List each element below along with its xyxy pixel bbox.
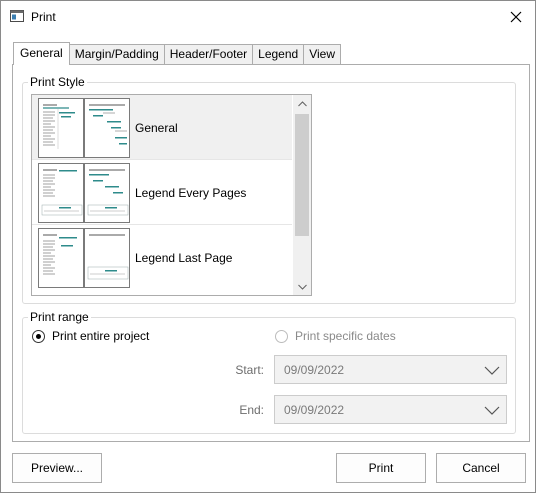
start-date-label: Start: xyxy=(235,363,264,377)
scroll-down-button[interactable] xyxy=(293,278,311,295)
print-style-list[interactable]: General Legend Every Pages Legend Last P… xyxy=(31,94,312,296)
list-item-label: General xyxy=(135,121,178,135)
print-dialog: Print General Margin/Padding Header/Foot… xyxy=(0,0,536,493)
tab-label: Header/Footer xyxy=(169,47,248,61)
list-scrollbar[interactable] xyxy=(293,95,311,295)
print-button[interactable]: Print xyxy=(336,453,426,483)
tab-label: View xyxy=(309,47,335,61)
list-item-legend-every-pages[interactable]: Legend Every Pages xyxy=(32,160,292,224)
page-preview-left xyxy=(38,98,84,158)
radio-indicator xyxy=(32,329,45,343)
radio-label: Print entire project xyxy=(52,329,150,343)
preview-button[interactable]: Preview... xyxy=(12,453,102,483)
print-window-icon xyxy=(10,10,24,22)
scroll-thumb[interactable] xyxy=(295,114,309,236)
page-preview-right xyxy=(84,228,130,288)
button-label: Cancel xyxy=(462,461,500,475)
end-date-label: End: xyxy=(239,403,264,417)
page-preview-left xyxy=(38,163,84,223)
tab-header-footer[interactable]: Header/Footer xyxy=(164,44,254,65)
chevron-up-icon xyxy=(297,100,307,106)
chevron-down-icon xyxy=(484,366,500,375)
list-item-label: Legend Every Pages xyxy=(135,186,247,200)
print-specific-dates-radio[interactable]: Print specific dates xyxy=(275,329,396,343)
tab-strip: General Margin/Padding Header/Footer Leg… xyxy=(13,42,341,65)
tab-legend[interactable]: Legend xyxy=(253,44,305,65)
title-bar: Print xyxy=(1,1,535,33)
end-date-value: 09/09/2022 xyxy=(284,403,345,417)
cancel-button[interactable]: Cancel xyxy=(436,453,526,483)
list-item-legend-last-page[interactable]: Legend Last Page xyxy=(32,225,292,289)
button-label: Preview... xyxy=(30,461,84,475)
button-label: Print xyxy=(368,461,394,475)
print-entire-project-radio[interactable]: Print entire project xyxy=(32,329,149,343)
list-item-general[interactable]: General xyxy=(32,95,292,159)
chevron-down-icon xyxy=(297,284,307,290)
tab-label: Margin/Padding xyxy=(74,47,159,61)
close-icon xyxy=(510,11,522,23)
print-range-label: Print range xyxy=(28,310,91,324)
tab-general[interactable]: General xyxy=(13,42,70,65)
print-style-label: Print Style xyxy=(28,75,87,89)
window-title: Print xyxy=(31,10,56,24)
tab-margin-padding[interactable]: Margin/Padding xyxy=(69,44,165,65)
scroll-up-button[interactable] xyxy=(293,95,311,112)
page-preview-left xyxy=(38,228,84,288)
page-preview-right xyxy=(84,98,130,158)
end-date-combobox[interactable]: 09/09/2022 xyxy=(274,395,507,424)
page-preview-right xyxy=(84,163,130,223)
list-item-label: Legend Last Page xyxy=(135,251,233,265)
start-date-combobox[interactable]: 09/09/2022 xyxy=(274,355,507,384)
close-button[interactable] xyxy=(505,7,527,27)
radio-indicator xyxy=(275,329,288,343)
start-date-value: 09/09/2022 xyxy=(284,363,345,377)
radio-label: Print specific dates xyxy=(295,329,396,343)
tab-label: Legend xyxy=(258,47,299,61)
tab-view[interactable]: View xyxy=(304,44,341,65)
tab-label: General xyxy=(20,46,63,60)
chevron-down-icon xyxy=(484,406,500,415)
